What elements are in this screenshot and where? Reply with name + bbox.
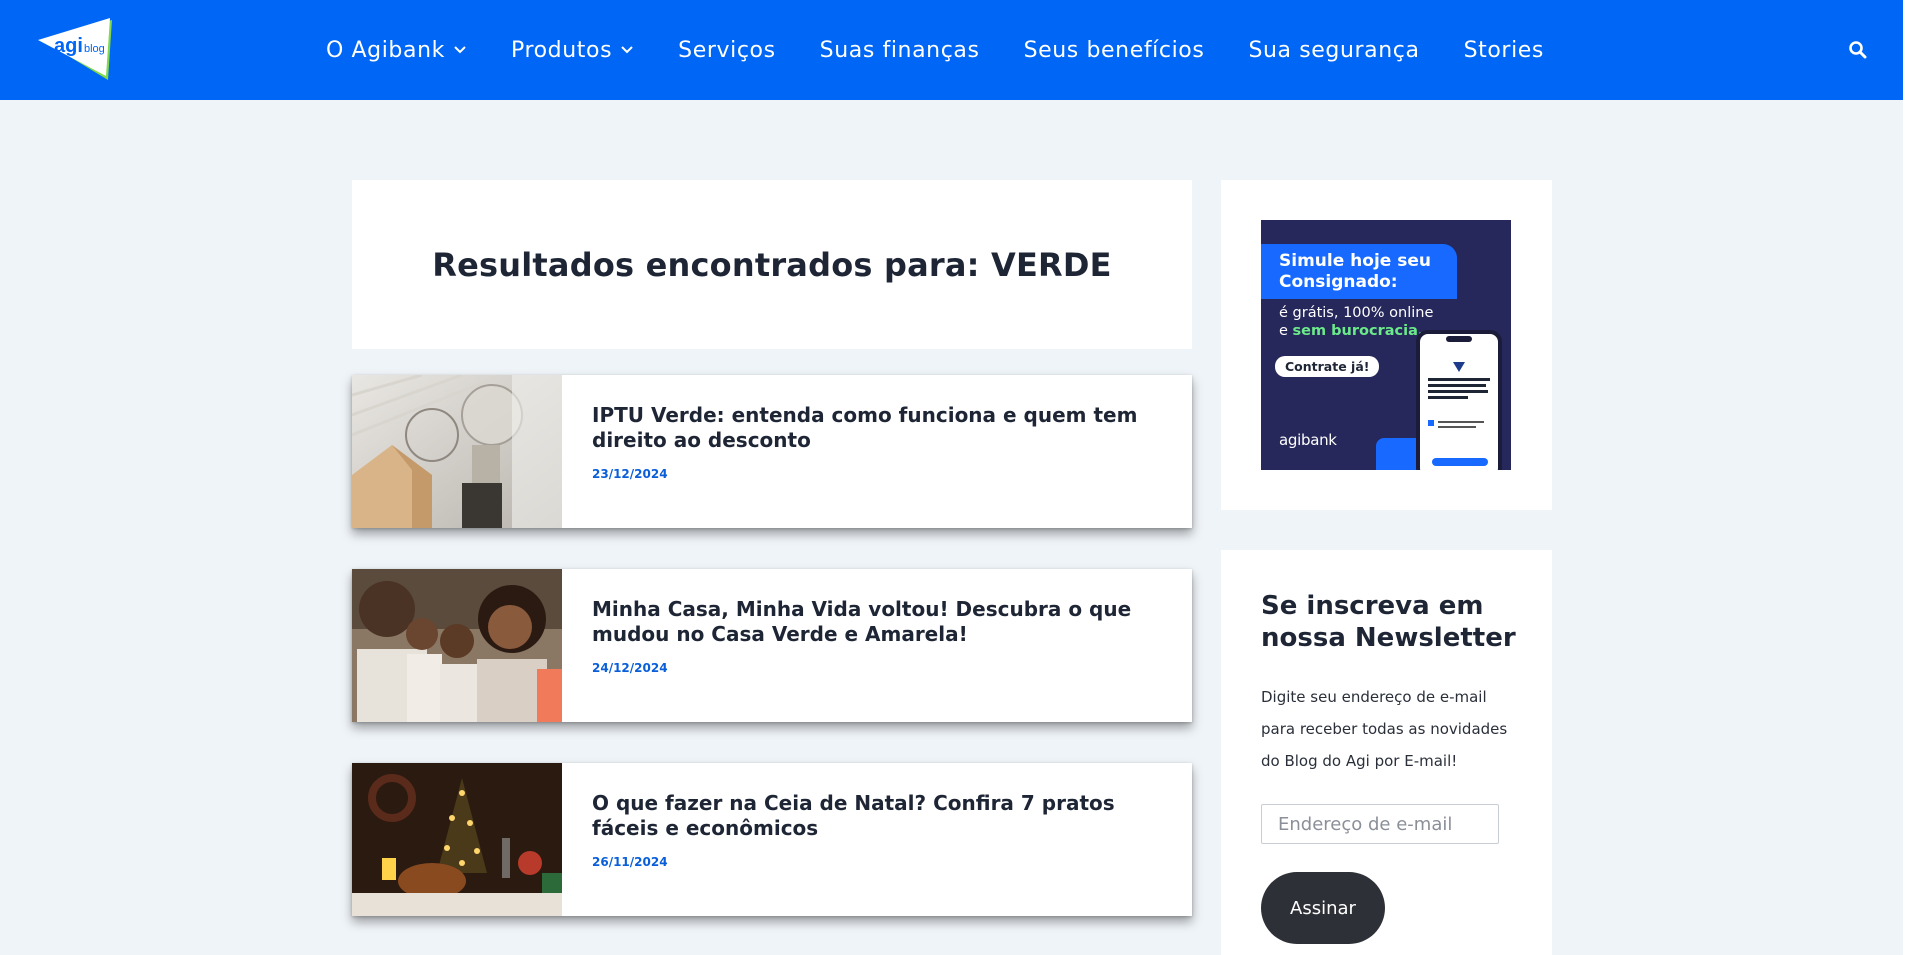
result-date: 26/11/2024: [592, 855, 668, 869]
nav-item-seus-beneficios[interactable]: Seus benefícios: [1024, 38, 1205, 63]
phone-mockup-image: [1416, 330, 1502, 470]
ad-cta-button[interactable]: Contrate já!: [1275, 356, 1380, 377]
logo-subtext: blog: [84, 43, 105, 55]
nav-item-sua-seguranca[interactable]: Sua segurança: [1248, 38, 1419, 63]
ad-brand-logo: agibank: [1279, 431, 1337, 449]
sidebar-ad-widget: Simule hoje seu Consignado: é grátis, 10…: [1221, 180, 1552, 510]
result-title[interactable]: Minha Casa, Minha Vida voltou! Descubra …: [592, 597, 1164, 647]
nav-item-label: Seus benefícios: [1023, 37, 1205, 63]
results-header: Resultados encontrados para: VERDE: [352, 180, 1192, 349]
result-title[interactable]: O que fazer na Ceia de Natal? Confira 7 …: [592, 791, 1164, 841]
search-button[interactable]: [1846, 38, 1870, 62]
light-bulb-and-house-image: [352, 375, 562, 528]
agiblog-logo[interactable]: agi blog: [36, 18, 118, 80]
page-scrollbar[interactable]: [1903, 0, 1920, 955]
nav-item-label: O Agibank: [326, 37, 445, 63]
subscribe-button[interactable]: Assinar: [1261, 872, 1385, 944]
christmas-dinner-image: [352, 763, 562, 916]
result-card[interactable]: O que fazer na Ceia de Natal? Confira 7 …: [352, 763, 1192, 916]
nav-item-stories[interactable]: Stories: [1464, 38, 1544, 63]
nav-item-label: Produtos: [510, 37, 613, 63]
newsletter-description: Digite seu endereço de e-mail para receb…: [1261, 688, 1508, 770]
smiling-family-image: [352, 569, 562, 722]
ad-subline-2-highlight: sem burocracia.: [1292, 323, 1424, 339]
email-field[interactable]: [1261, 804, 1499, 844]
result-date: 23/12/2024: [592, 467, 668, 481]
result-date: 24/12/2024: [592, 661, 668, 675]
main-nav: O Agibank Produtos Serviços Suas finança…: [326, 0, 1588, 100]
chevron-down-icon: [621, 46, 633, 54]
ad-subline: é grátis, 100% online e sem burocracia.: [1279, 304, 1433, 340]
page-title: Resultados encontrados para: VERDE: [432, 245, 1112, 284]
nav-item-label: Sua segurança: [1248, 37, 1420, 63]
nav-item-label: Suas finanças: [819, 37, 980, 63]
newsletter-title: Se inscreva em nossa Newsletter: [1261, 591, 1516, 653]
site-header: agi blog O Agibank Produtos Serviços Sua…: [0, 0, 1903, 100]
result-card[interactable]: IPTU Verde: entenda como funciona e quem…: [352, 375, 1192, 528]
search-icon: [1849, 41, 1867, 59]
ad-subline-2-prefix: e: [1279, 323, 1293, 339]
consignado-ad-banner[interactable]: Simule hoje seu Consignado: é grátis, 10…: [1261, 220, 1511, 470]
nav-item-label: Serviços: [678, 37, 776, 63]
nav-item-suas-financas[interactable]: Suas finanças: [820, 38, 980, 63]
chevron-down-icon: [454, 46, 466, 54]
logo-text: agi: [54, 35, 83, 57]
result-title[interactable]: IPTU Verde: entenda como funciona e quem…: [592, 403, 1164, 453]
ad-subline-1: é grátis, 100% online: [1279, 305, 1434, 321]
newsletter-widget: Se inscreva em nossa Newsletter Digite s…: [1221, 550, 1552, 955]
nav-item-o-agibank[interactable]: O Agibank: [326, 38, 467, 63]
ad-headline: Simule hoje seu Consignado:: [1261, 244, 1457, 299]
ad-subline-2: e sem burocracia.: [1279, 322, 1433, 340]
nav-item-servicos[interactable]: Serviços: [678, 38, 776, 63]
result-card[interactable]: Minha Casa, Minha Vida voltou! Descubra …: [352, 569, 1192, 722]
nav-item-produtos[interactable]: Produtos: [511, 38, 634, 63]
nav-item-label: Stories: [1463, 37, 1544, 63]
